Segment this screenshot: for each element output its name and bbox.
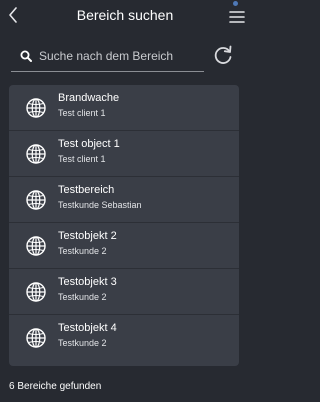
hamburger-menu-icon bbox=[229, 11, 245, 23]
client-name: Testkunde 2 bbox=[58, 246, 107, 256]
refresh-icon bbox=[214, 45, 232, 64]
area-name: Brandwache bbox=[58, 92, 120, 104]
result-count: 6 Bereiche gefunden bbox=[9, 381, 102, 392]
page-title: Bereich suchen bbox=[76, 7, 174, 23]
globe-icon bbox=[26, 282, 46, 302]
search-input[interactable] bbox=[39, 47, 199, 65]
list-item[interactable]: Testobjekt 3 Testkunde 2 bbox=[9, 269, 239, 315]
globe-icon bbox=[26, 328, 46, 348]
area-list: Brandwache Test client 1 Test object 1 T… bbox=[9, 85, 239, 366]
client-name: Testkunde 2 bbox=[58, 292, 107, 302]
client-name: Test client 1 bbox=[58, 108, 106, 118]
refresh-button[interactable] bbox=[212, 44, 234, 66]
area-name: Testobjekt 4 bbox=[58, 322, 117, 334]
search-icon bbox=[20, 50, 32, 62]
client-name: Testkunde Sebastian bbox=[58, 200, 142, 210]
search-bar bbox=[11, 42, 204, 72]
area-name: Testobjekt 2 bbox=[58, 230, 117, 242]
area-name: Test object 1 bbox=[58, 138, 120, 150]
globe-icon bbox=[26, 98, 46, 118]
list-item[interactable]: Brandwache Test client 1 bbox=[9, 85, 239, 131]
area-name: Testbereich bbox=[58, 184, 115, 196]
chevron-left-icon bbox=[9, 7, 17, 23]
menu-button[interactable] bbox=[227, 4, 247, 26]
list-item[interactable]: Testbereich Testkunde Sebastian bbox=[9, 177, 239, 223]
list-item[interactable]: Testobjekt 4 Testkunde 2 bbox=[9, 315, 239, 361]
globe-icon bbox=[26, 144, 46, 164]
area-name: Testobjekt 3 bbox=[58, 276, 117, 288]
back-button[interactable] bbox=[5, 5, 21, 25]
list-item[interactable]: Test object 1 Test client 1 bbox=[9, 131, 239, 177]
globe-icon bbox=[26, 236, 46, 256]
client-name: Testkunde 2 bbox=[58, 338, 107, 348]
client-name: Test client 1 bbox=[58, 154, 106, 164]
list-item[interactable]: Testobjekt 2 Testkunde 2 bbox=[9, 223, 239, 269]
app-header: Bereich suchen bbox=[0, 0, 250, 30]
globe-icon bbox=[26, 190, 46, 210]
